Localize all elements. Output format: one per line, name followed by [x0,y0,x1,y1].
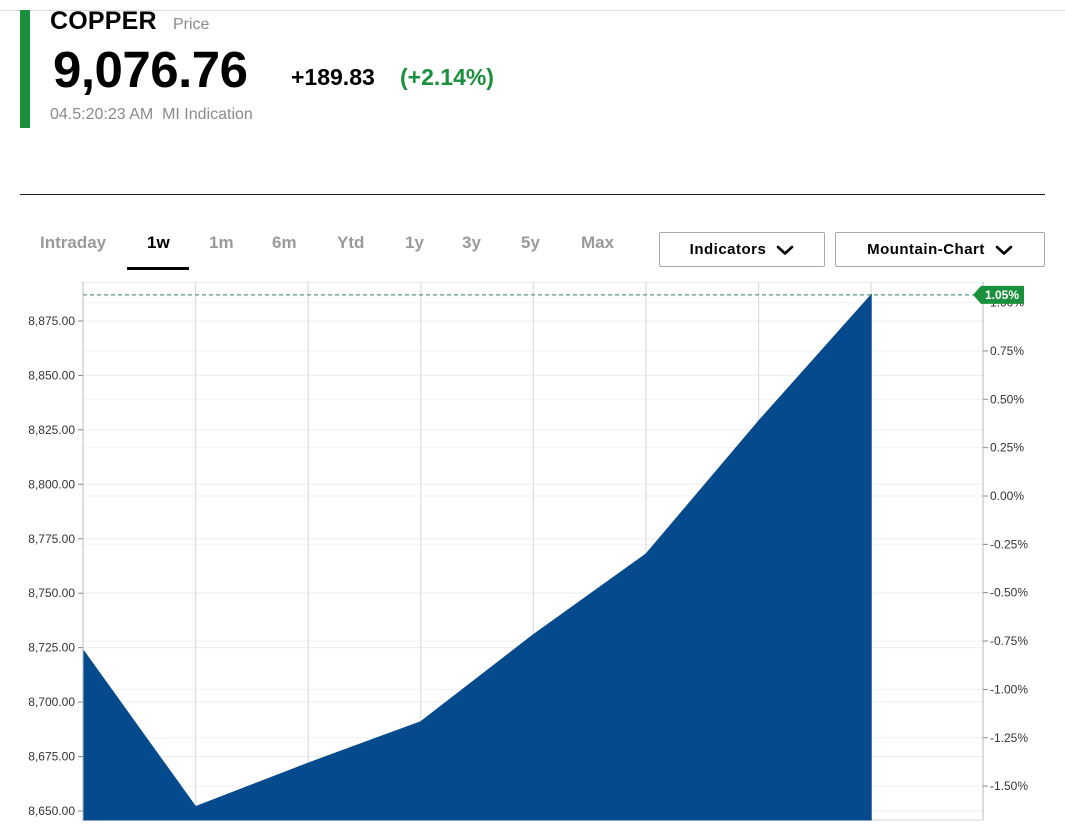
indication-label: MI Indication [162,106,253,123]
price-label: Price [173,16,210,33]
y-axis-tick-label: 8,675.00 [28,750,75,764]
timestamp-time: 04.5:20:23 AM [50,106,154,123]
price-chart: 8,875.00 8,850.00 8,825.00 8,800.00 8,775.00… [0,281,1065,823]
y2-axis-tick-label: -0.25% [990,537,1028,551]
quote-timestamp: 04.5:20:23 AM MI Indication [50,106,253,124]
y2-axis-tick-label: -0.75% [990,634,1028,648]
tab-intraday[interactable]: Intraday [40,233,106,253]
y-axis-tick-label: 8,850.00 [28,368,75,382]
y2-axis-tick-label: 0.25% [990,441,1024,455]
y-axis-tick-label: 8,650.00 [28,804,75,818]
tab-5y[interactable]: 5y [521,233,540,253]
data-point [645,553,647,555]
y2-axis-tick-label: 0.75% [990,344,1024,358]
indicators-dropdown[interactable]: Indicators [659,232,825,267]
y2-axis-tick-label: 0.00% [990,489,1024,503]
chevron-down-icon [995,244,1013,256]
y2-axis-tick-label: 0.50% [990,392,1024,406]
y2-axis-tick-label: -1.25% [990,731,1028,745]
last-price: 9,076.76 [53,41,248,98]
tab-1w[interactable]: 1w [147,233,170,253]
price-change: +189.83 [291,64,375,90]
indicators-label: Indicators [689,241,767,258]
section-divider [20,194,1045,195]
y2-axis-tick-label: -0.50% [990,586,1028,600]
active-tab-underline [127,267,189,270]
y-axis-tick-label: 8,725.00 [28,641,75,655]
y-axis-tick-label: 8,750.00 [28,586,75,600]
tab-1m[interactable]: 1m [209,233,234,253]
data-point [195,806,197,808]
tab-3y[interactable]: 3y [462,233,481,253]
tab-6m[interactable]: 6m [272,233,297,253]
data-point [307,762,309,764]
chart-type-dropdown[interactable]: Mountain-Chart [835,232,1045,267]
chart-type-label: Mountain-Chart [867,241,985,258]
y-axis-tick-label: 8,825.00 [28,423,75,437]
price-change-percent: (+2.14%) [400,64,494,90]
y2-axis-tick-label: -1.50% [990,779,1028,793]
top-divider [0,10,1065,11]
y-axis-tick-label: 8,775.00 [28,532,75,546]
tab-ytd[interactable]: Ytd [337,233,364,253]
mountain-chart-svg: 8,875.00 8,850.00 8,825.00 8,800.00 8,775.00… [28,281,1028,821]
tab-1y[interactable]: 1y [405,233,424,253]
tab-max[interactable]: Max [581,233,614,253]
last-value-badge-label: 1.05% [985,288,1019,302]
y-axis-tick-label: 8,800.00 [28,477,75,491]
price-up-accent-bar [20,10,30,128]
price-area-series [82,293,872,821]
data-point [420,721,422,723]
data-point [532,634,534,636]
y2-axis-tick-label: -1.00% [990,682,1028,696]
y-axis-tick-label: 8,875.00 [28,314,75,328]
y-axis-tick-label: 8,700.00 [28,695,75,709]
chevron-down-icon [776,244,794,256]
data-point [758,420,760,422]
ticker-symbol: COPPER [50,7,157,35]
